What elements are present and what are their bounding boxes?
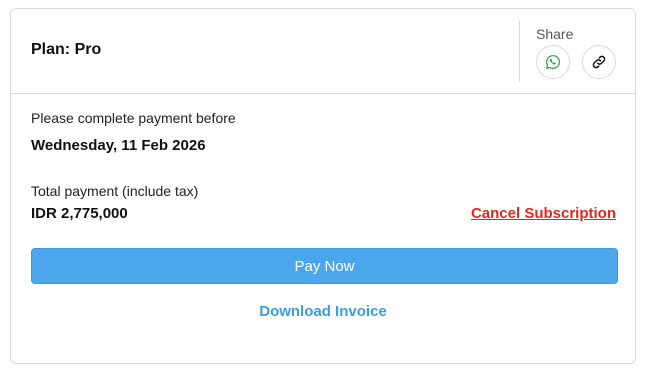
link-icon bbox=[592, 55, 606, 69]
share-label: Share bbox=[536, 26, 574, 42]
deadline-value: Wednesday, 11 Feb 2026 bbox=[31, 137, 206, 154]
whatsapp-icon bbox=[546, 55, 560, 69]
share-divider bbox=[519, 21, 520, 82]
download-invoice-link[interactable]: Download Invoice bbox=[11, 303, 635, 320]
card-header: Plan: Pro Share bbox=[11, 9, 635, 94]
subscription-card: Plan: Pro Share Please complete payment … bbox=[10, 8, 636, 364]
deadline-label: Please complete payment before bbox=[31, 110, 236, 126]
plan-title: Plan: Pro bbox=[31, 41, 102, 58]
total-payment-label: Total payment (include tax) bbox=[31, 183, 199, 199]
share-whatsapp-button[interactable] bbox=[536, 45, 570, 79]
pay-now-button[interactable]: Pay Now bbox=[31, 248, 618, 284]
cancel-subscription-link[interactable]: Cancel Subscription bbox=[471, 205, 616, 222]
share-link-button[interactable] bbox=[582, 45, 616, 79]
total-payment-value: IDR 2,775,000 bbox=[31, 205, 128, 222]
